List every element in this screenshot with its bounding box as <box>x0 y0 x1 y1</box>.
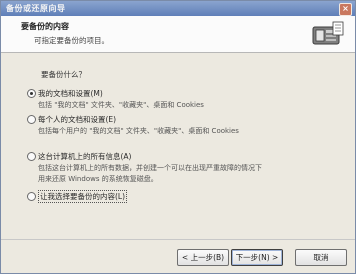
close-button[interactable]: × <box>339 3 352 16</box>
radio-let-me-choose[interactable] <box>27 192 36 201</box>
option-label[interactable]: 每个人的文档和设置(E) <box>38 114 116 125</box>
option-description: 包括每个用户的 "我的文档" 文件夹、"收藏夹"、桌面和 Cookies <box>38 127 239 135</box>
radio-all-information[interactable] <box>27 152 36 161</box>
backup-question: 要备份什么？ <box>41 70 86 79</box>
wizard-button-bar: < 上一步(B) 下一步(N) > 取消 <box>1 239 355 273</box>
page-heading: 要备份的内容 <box>21 22 69 31</box>
option-description: 包括这台计算机上的所有数据，并创建一个可以在出现严重故障的情况下 <box>38 164 262 172</box>
wizard-header: 要备份的内容 可指定要备份的项目。 <box>1 16 355 53</box>
window-title: 备份或还原向导 <box>6 4 66 13</box>
back-button[interactable]: < 上一步(B) <box>177 249 229 266</box>
option-description: 包括 "我的文档" 文件夹、"收藏夹"、桌面和 Cookies <box>38 101 204 109</box>
page-subheading: 可指定要备份的项目。 <box>34 36 109 45</box>
option-label[interactable]: 我的文档和设置(M) <box>38 88 103 99</box>
option-label[interactable]: 让我选择要备份的内容(L) <box>38 190 128 203</box>
cancel-button[interactable]: 取消 <box>295 249 347 266</box>
backup-wizard-icon <box>312 21 344 45</box>
option-label[interactable]: 这台计算机上的所有信息(A) <box>38 151 131 162</box>
option-description: 用来还原 Windows 的系统恢复磁盘。 <box>38 175 158 183</box>
title-bar[interactable]: 备份或还原向导 × <box>1 1 355 16</box>
next-button[interactable]: 下一步(N) > <box>231 249 283 266</box>
radio-my-documents[interactable] <box>27 89 36 98</box>
backup-wizard-window: 备份或还原向导 × 要备份的内容 可指定要备份的项目。 要备份什么？ 我的文档和… <box>0 0 356 274</box>
radio-everyones-documents[interactable] <box>27 115 36 124</box>
